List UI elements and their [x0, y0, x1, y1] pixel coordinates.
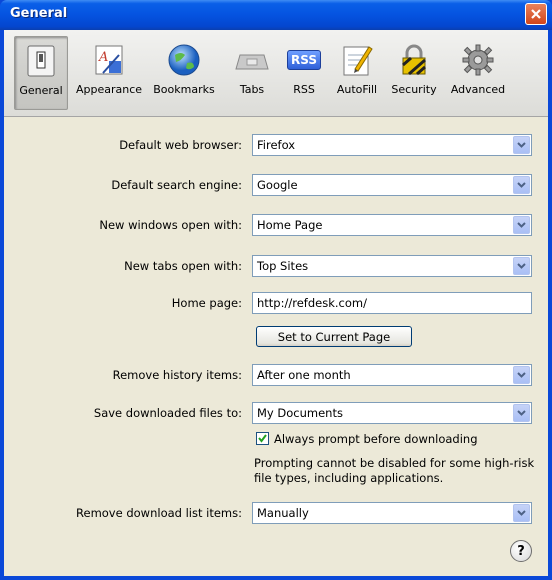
search-engine-select[interactable]: Google: [252, 174, 532, 196]
tab-bookmarks[interactable]: Bookmarks: [150, 36, 218, 110]
chevron-down-icon[interactable]: [513, 176, 530, 194]
tab-security-label: Security: [391, 83, 437, 96]
help-button[interactable]: ?: [510, 540, 532, 562]
home-page-label: Home page:: [171, 296, 242, 310]
general-switch-icon: [24, 43, 58, 79]
remove-download-label: Remove download list items:: [76, 506, 242, 520]
save-downloads-select[interactable]: My Documents: [252, 402, 532, 424]
tab-security[interactable]: Security: [388, 36, 440, 110]
svg-text:A: A: [98, 50, 108, 65]
remove-download-value: Manually: [257, 506, 309, 520]
tab-rss[interactable]: RSS RSS: [284, 36, 324, 110]
tab-appearance[interactable]: A Appearance: [68, 36, 150, 110]
tab-general-label: General: [19, 84, 63, 97]
home-page-field[interactable]: [252, 292, 532, 314]
new-windows-value: Home Page: [257, 218, 323, 232]
remove-download-select[interactable]: Manually: [252, 502, 532, 524]
lock-icon: [397, 42, 431, 78]
remove-history-select[interactable]: After one month: [252, 364, 532, 386]
search-engine-value: Google: [257, 178, 298, 192]
save-downloads-label: Save downloaded files to:: [93, 406, 242, 420]
gear-icon: [461, 42, 495, 78]
remove-history-label: Remove history items:: [112, 368, 242, 382]
tab-tabs[interactable]: Tabs: [232, 36, 272, 110]
tab-rss-label: RSS: [293, 83, 315, 96]
default-browser-label: Default web browser:: [119, 138, 242, 152]
window-title: General: [10, 6, 68, 21]
search-engine-label: Default search engine:: [111, 178, 242, 192]
new-tabs-value: Top Sites: [257, 259, 309, 273]
close-button[interactable]: [525, 3, 547, 25]
preferences-window: General General A Appearance Bookmarks T…: [0, 0, 552, 580]
preferences-toolbar: General A Appearance Bookmarks Tabs RSS …: [4, 30, 548, 117]
new-tabs-label: New tabs open with:: [124, 259, 242, 273]
tab-general[interactable]: General: [14, 36, 68, 110]
preferences-panel: General A Appearance Bookmarks Tabs RSS …: [4, 30, 548, 576]
appearance-icon: A: [92, 42, 126, 78]
pencil-pad-icon: [340, 42, 374, 78]
new-windows-label: New windows open with:: [99, 218, 242, 232]
chevron-down-icon[interactable]: [513, 366, 530, 384]
always-prompt-checkbox[interactable]: [256, 432, 269, 445]
chevron-down-icon[interactable]: [513, 216, 530, 234]
save-downloads-value: My Documents: [257, 406, 343, 420]
title-bar[interactable]: General: [0, 0, 552, 30]
tab-advanced[interactable]: Advanced: [446, 36, 510, 110]
new-windows-select[interactable]: Home Page: [252, 214, 532, 236]
tab-tabs-label: Tabs: [239, 83, 265, 96]
rss-badge: RSS: [287, 50, 321, 70]
checkmark-icon: [258, 434, 267, 443]
tab-bookmarks-label: Bookmarks: [153, 83, 215, 96]
tab-autofill[interactable]: AutoFill: [332, 36, 382, 110]
new-tabs-select[interactable]: Top Sites: [252, 255, 532, 277]
close-icon: [531, 9, 541, 19]
tab-appearance-label: Appearance: [75, 83, 143, 96]
chevron-down-icon[interactable]: [513, 404, 530, 422]
tab-autofill-label: AutoFill: [336, 83, 378, 96]
chevron-down-icon[interactable]: [513, 504, 530, 522]
tab-advanced-label: Advanced: [450, 83, 506, 96]
set-to-current-page-button[interactable]: Set to Current Page: [256, 326, 412, 347]
remove-history-value: After one month: [257, 368, 351, 382]
default-browser-select[interactable]: Firefox: [252, 134, 532, 156]
chevron-down-icon[interactable]: [513, 257, 530, 275]
default-browser-value: Firefox: [257, 138, 296, 152]
chevron-down-icon[interactable]: [513, 136, 530, 154]
tabs-icon: [235, 42, 269, 78]
globe-icon: [167, 42, 201, 78]
prompt-note: Prompting cannot be disabled for some hi…: [254, 456, 535, 485]
always-prompt-label[interactable]: Always prompt before downloading: [274, 432, 478, 446]
rss-icon: RSS: [287, 42, 321, 78]
